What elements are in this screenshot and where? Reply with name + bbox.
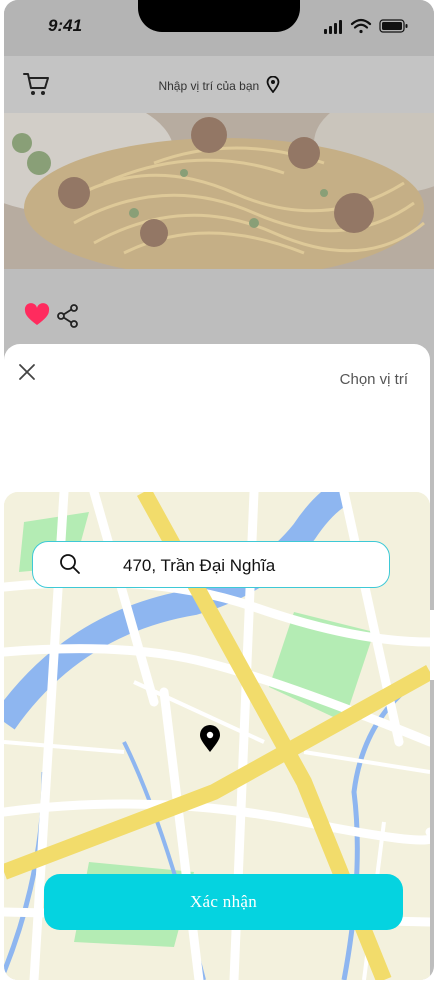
close-icon[interactable] — [18, 363, 36, 381]
status-bar: 9:41 — [4, 0, 434, 56]
map-pin-icon — [266, 76, 279, 93]
confirm-button[interactable]: Xác nhận — [44, 874, 403, 930]
location-picker-sheet: Chọn vị trí 470, Trần Đại Nghĩa Xác nhận — [4, 344, 430, 980]
status-icons — [324, 18, 408, 34]
search-icon — [60, 554, 80, 574]
location-selector[interactable]: Nhập vị trí của bạn — [4, 76, 434, 93]
battery-icon — [379, 19, 408, 33]
food-image — [4, 113, 434, 269]
scroll-indicator — [430, 610, 434, 680]
status-time: 9:41 — [48, 16, 83, 35]
location-prompt-text: Nhập vị trí của bạn — [158, 79, 260, 93]
map-pin-icon[interactable] — [199, 725, 221, 753]
heart-icon[interactable] — [24, 303, 50, 327]
search-value: 470, Trần Đại Nghĩa — [123, 556, 276, 575]
sheet-title: Chọn vị trí — [339, 371, 408, 388]
location-search-input[interactable]: 470, Trần Đại Nghĩa — [32, 541, 390, 588]
phone-screen: 9:41 Nhập vị trí của bạn Chọn vị trí 470… — [4, 0, 434, 980]
pasta-illustration — [4, 113, 434, 269]
device-notch — [138, 0, 300, 32]
signal-icon — [324, 20, 342, 34]
wifi-icon — [350, 18, 372, 34]
share-icon[interactable] — [56, 303, 80, 329]
app-header: Nhập vị trí của bạn — [4, 56, 434, 113]
